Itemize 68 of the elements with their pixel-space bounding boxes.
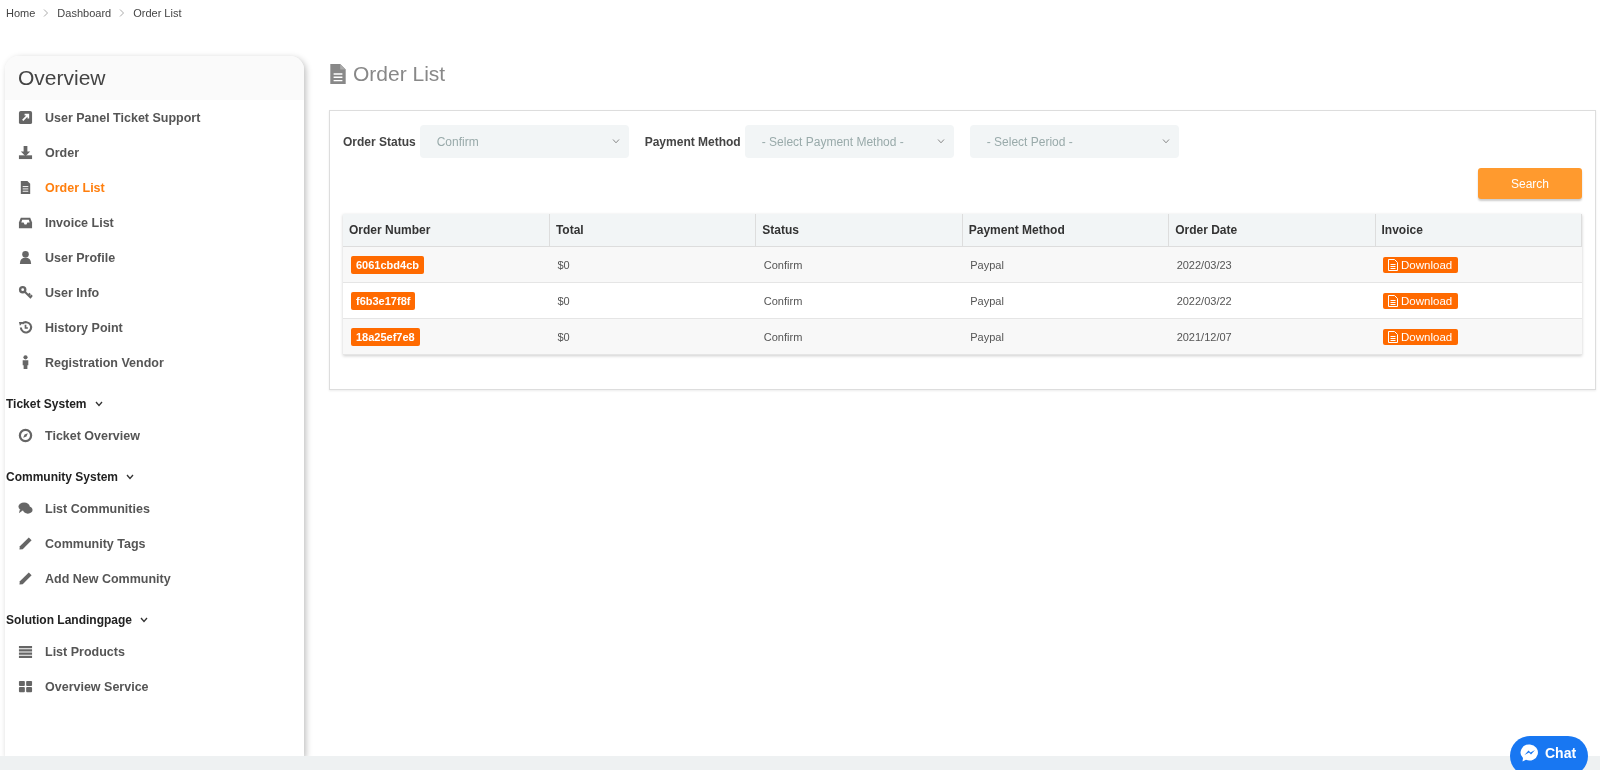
document-icon — [1388, 294, 1399, 307]
grid-icon — [18, 679, 33, 694]
page-title: Order List — [353, 62, 446, 86]
user-icon — [18, 250, 33, 265]
table-cell: Confirm — [755, 246, 963, 283]
pencil-icon — [18, 571, 33, 586]
external-link-icon — [18, 110, 33, 125]
sidebar-item[interactable]: Order — [5, 135, 304, 170]
column-header: Invoice — [1375, 214, 1582, 247]
sidebar-item[interactable]: Invoice List — [5, 205, 304, 240]
column-header: Status — [755, 214, 963, 247]
table-cell: Paypal — [962, 318, 1169, 355]
chevron-down-icon — [1161, 139, 1170, 144]
table-cell: $0 — [549, 318, 756, 355]
sidebar-item[interactable]: User Profile — [5, 240, 304, 275]
sidebar-item[interactable]: Add New Community — [5, 561, 304, 596]
table-cell: Confirm — [755, 318, 963, 355]
sidebar-item[interactable]: Overview Service — [5, 669, 304, 704]
chevron-down-icon — [611, 139, 620, 144]
table-cell: 2022/03/23 — [1168, 246, 1376, 283]
sidebar-item[interactable]: History Point — [5, 310, 304, 345]
chat-bubbles-icon — [18, 501, 33, 516]
filter-label: Payment Method — [644, 134, 741, 149]
table-cell: Confirm — [755, 282, 963, 319]
key-icon — [18, 285, 33, 300]
sidebar-item[interactable]: Registration Vendor — [5, 345, 304, 380]
breadcrumb-link[interactable]: Home — [6, 7, 36, 19]
breadcrumb-link[interactable]: Order List — [133, 7, 182, 19]
table-cell: 2022/03/22 — [1168, 282, 1376, 319]
compass-icon — [18, 428, 33, 443]
chat-bubble-icon — [1520, 743, 1540, 763]
column-header: Order Date — [1168, 214, 1376, 247]
sidebar-item[interactable]: Ticket Overview — [5, 418, 304, 453]
chevron-down-icon — [126, 474, 135, 480]
table-cell: $0 — [549, 246, 756, 283]
download-icon — [18, 145, 33, 160]
table-cell: $0 — [549, 282, 756, 319]
pencil-icon — [18, 536, 33, 551]
section-header[interactable]: Ticket System — [5, 394, 103, 414]
table-cell: Paypal — [962, 246, 1169, 283]
sidebar-item[interactable]: User Info — [5, 275, 304, 310]
section-header[interactable]: Solution Landingpage — [5, 610, 148, 630]
sidebar-item[interactable]: Community Tags — [5, 526, 304, 561]
chevron-down-icon — [936, 139, 945, 144]
chevron-down-icon — [140, 617, 148, 623]
table-cell: 2021/12/07 — [1168, 318, 1376, 355]
document-icon — [329, 63, 347, 85]
chevron-down-icon — [94, 401, 103, 407]
inbox-icon — [18, 215, 33, 230]
chevron-right-icon — [43, 9, 50, 17]
column-header: Order Number — [343, 214, 550, 247]
history-icon — [18, 320, 33, 335]
chat-button[interactable]: Chat — [1510, 736, 1588, 770]
chevron-right-icon — [119, 9, 126, 17]
column-header: Total — [549, 214, 756, 247]
breadcrumb-link[interactable]: Dashboard — [57, 7, 112, 19]
filter-label: Order Status — [343, 134, 416, 149]
section-header[interactable]: Community System — [5, 467, 135, 487]
list-icon — [18, 644, 33, 659]
document-icon — [1388, 330, 1399, 343]
sidebar-item[interactable]: List Communities — [5, 491, 304, 526]
sidebar-title: Overview — [18, 66, 106, 90]
document-icon — [1388, 258, 1399, 271]
column-header: Payment Method — [962, 214, 1169, 247]
sidebar-item[interactable]: User Panel Ticket Support — [5, 100, 304, 135]
sidebar-item[interactable]: List Products — [5, 634, 304, 669]
document-icon — [18, 180, 33, 195]
table-cell: Paypal — [962, 282, 1169, 319]
